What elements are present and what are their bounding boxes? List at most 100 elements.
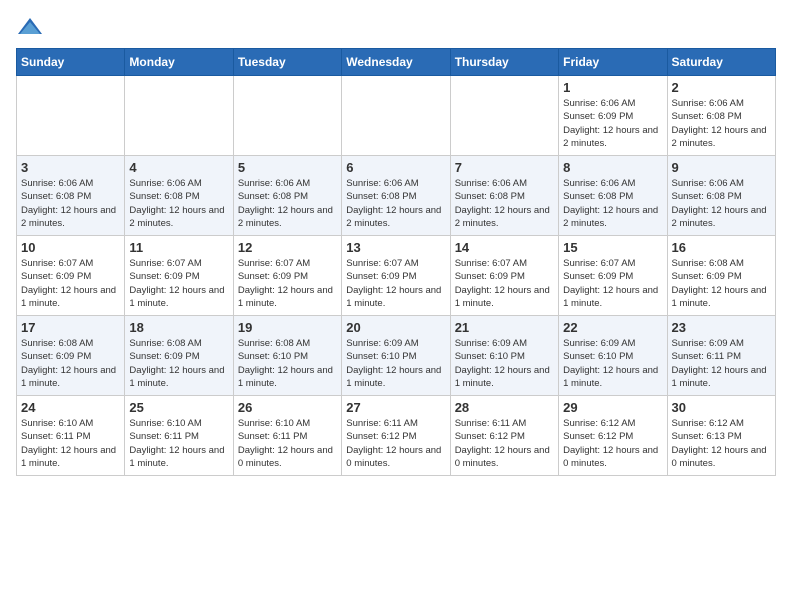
day-info: Sunrise: 6:09 AM Sunset: 6:10 PM Dayligh… xyxy=(455,337,554,390)
day-info: Sunrise: 6:08 AM Sunset: 6:09 PM Dayligh… xyxy=(672,257,771,310)
day-info: Sunrise: 6:10 AM Sunset: 6:11 PM Dayligh… xyxy=(238,417,337,470)
weekday-header-friday: Friday xyxy=(559,49,667,76)
day-number: 2 xyxy=(672,80,771,95)
week-row-3: 10 Sunrise: 6:07 AM Sunset: 6:09 PM Dayli… xyxy=(17,236,776,316)
day-cell xyxy=(125,76,233,156)
day-info: Sunrise: 6:06 AM Sunset: 6:08 PM Dayligh… xyxy=(129,177,228,230)
day-number: 8 xyxy=(563,160,662,175)
day-number: 22 xyxy=(563,320,662,335)
day-cell: 28 Sunrise: 6:11 AM Sunset: 6:12 PM Dayli… xyxy=(450,396,558,476)
day-cell xyxy=(17,76,125,156)
day-number: 9 xyxy=(672,160,771,175)
day-info: Sunrise: 6:06 AM Sunset: 6:08 PM Dayligh… xyxy=(21,177,120,230)
day-number: 12 xyxy=(238,240,337,255)
day-info: Sunrise: 6:06 AM Sunset: 6:08 PM Dayligh… xyxy=(346,177,445,230)
day-cell: 24 Sunrise: 6:10 AM Sunset: 6:11 PM Dayli… xyxy=(17,396,125,476)
weekday-header-sunday: Sunday xyxy=(17,49,125,76)
day-cell: 23 Sunrise: 6:09 AM Sunset: 6:11 PM Dayli… xyxy=(667,316,775,396)
day-info: Sunrise: 6:08 AM Sunset: 6:09 PM Dayligh… xyxy=(129,337,228,390)
calendar-table: SundayMondayTuesdayWednesdayThursdayFrid… xyxy=(16,48,776,476)
day-info: Sunrise: 6:09 AM Sunset: 6:10 PM Dayligh… xyxy=(563,337,662,390)
day-info: Sunrise: 6:07 AM Sunset: 6:09 PM Dayligh… xyxy=(129,257,228,310)
day-cell: 1Sunrise: 6:06 AM Sunset: 6:09 PM Daylig… xyxy=(559,76,667,156)
weekday-header-wednesday: Wednesday xyxy=(342,49,450,76)
day-info: Sunrise: 6:08 AM Sunset: 6:10 PM Dayligh… xyxy=(238,337,337,390)
day-cell: 14Sunrise: 6:07 AM Sunset: 6:09 PM Dayli… xyxy=(450,236,558,316)
day-cell xyxy=(342,76,450,156)
day-number: 29 xyxy=(563,400,662,415)
day-cell: 26 Sunrise: 6:10 AM Sunset: 6:11 PM Dayli… xyxy=(233,396,341,476)
weekday-header-tuesday: Tuesday xyxy=(233,49,341,76)
day-cell: 21 Sunrise: 6:09 AM Sunset: 6:10 PM Dayli… xyxy=(450,316,558,396)
day-cell: 13 Sunrise: 6:07 AM Sunset: 6:09 PM Dayli… xyxy=(342,236,450,316)
day-info: Sunrise: 6:07 AM Sunset: 6:09 PM Dayligh… xyxy=(21,257,120,310)
day-cell: 12 Sunrise: 6:07 AM Sunset: 6:09 PM Dayli… xyxy=(233,236,341,316)
logo xyxy=(16,16,48,38)
day-info: Sunrise: 6:06 AM Sunset: 6:08 PM Dayligh… xyxy=(672,177,771,230)
day-cell: 30 Sunrise: 6:12 AM Sunset: 6:13 PM Dayli… xyxy=(667,396,775,476)
day-number: 23 xyxy=(672,320,771,335)
day-cell xyxy=(450,76,558,156)
day-number: 13 xyxy=(346,240,445,255)
day-cell: 4 Sunrise: 6:06 AM Sunset: 6:08 PM Daylig… xyxy=(125,156,233,236)
day-info: Sunrise: 6:07 AM Sunset: 6:09 PM Dayligh… xyxy=(346,257,445,310)
day-info: Sunrise: 6:10 AM Sunset: 6:11 PM Dayligh… xyxy=(129,417,228,470)
day-number: 11 xyxy=(129,240,228,255)
day-info: Sunrise: 6:06 AM Sunset: 6:08 PM Dayligh… xyxy=(563,177,662,230)
day-number: 3 xyxy=(21,160,120,175)
day-info: Sunrise: 6:12 AM Sunset: 6:12 PM Dayligh… xyxy=(563,417,662,470)
day-number: 4 xyxy=(129,160,228,175)
day-number: 19 xyxy=(238,320,337,335)
day-cell: 9 Sunrise: 6:06 AM Sunset: 6:08 PM Daylig… xyxy=(667,156,775,236)
day-info: Sunrise: 6:11 AM Sunset: 6:12 PM Dayligh… xyxy=(455,417,554,470)
day-number: 26 xyxy=(238,400,337,415)
day-number: 21 xyxy=(455,320,554,335)
day-cell: 7 Sunrise: 6:06 AM Sunset: 6:08 PM Daylig… xyxy=(450,156,558,236)
day-number: 7 xyxy=(455,160,554,175)
day-cell: 27 Sunrise: 6:11 AM Sunset: 6:12 PM Dayli… xyxy=(342,396,450,476)
day-number: 17 xyxy=(21,320,120,335)
day-info: Sunrise: 6:11 AM Sunset: 6:12 PM Dayligh… xyxy=(346,417,445,470)
day-number: 5 xyxy=(238,160,337,175)
week-row-1: 1Sunrise: 6:06 AM Sunset: 6:09 PM Daylig… xyxy=(17,76,776,156)
day-cell: 25 Sunrise: 6:10 AM Sunset: 6:11 PM Dayli… xyxy=(125,396,233,476)
week-row-5: 24 Sunrise: 6:10 AM Sunset: 6:11 PM Dayli… xyxy=(17,396,776,476)
day-number: 27 xyxy=(346,400,445,415)
weekday-header-row: SundayMondayTuesdayWednesdayThursdayFrid… xyxy=(17,49,776,76)
week-row-4: 17 Sunrise: 6:08 AM Sunset: 6:09 PM Dayli… xyxy=(17,316,776,396)
day-info: Sunrise: 6:07 AM Sunset: 6:09 PM Dayligh… xyxy=(238,257,337,310)
day-cell: 20 Sunrise: 6:09 AM Sunset: 6:10 PM Dayli… xyxy=(342,316,450,396)
day-info: Sunrise: 6:06 AM Sunset: 6:08 PM Dayligh… xyxy=(455,177,554,230)
day-cell: 16Sunrise: 6:08 AM Sunset: 6:09 PM Dayli… xyxy=(667,236,775,316)
day-number: 10 xyxy=(21,240,120,255)
day-number: 30 xyxy=(672,400,771,415)
day-info: Sunrise: 6:09 AM Sunset: 6:11 PM Dayligh… xyxy=(672,337,771,390)
day-info: Sunrise: 6:12 AM Sunset: 6:13 PM Dayligh… xyxy=(672,417,771,470)
weekday-header-monday: Monday xyxy=(125,49,233,76)
day-number: 28 xyxy=(455,400,554,415)
day-cell: 18 Sunrise: 6:08 AM Sunset: 6:09 PM Dayli… xyxy=(125,316,233,396)
day-info: Sunrise: 6:06 AM Sunset: 6:08 PM Dayligh… xyxy=(672,97,771,150)
day-cell: 8 Sunrise: 6:06 AM Sunset: 6:08 PM Daylig… xyxy=(559,156,667,236)
day-cell: 3 Sunrise: 6:06 AM Sunset: 6:08 PM Daylig… xyxy=(17,156,125,236)
day-info: Sunrise: 6:07 AM Sunset: 6:09 PM Dayligh… xyxy=(563,257,662,310)
day-number: 24 xyxy=(21,400,120,415)
day-cell: 11 Sunrise: 6:07 AM Sunset: 6:09 PM Dayli… xyxy=(125,236,233,316)
day-info: Sunrise: 6:06 AM Sunset: 6:09 PM Dayligh… xyxy=(563,97,662,150)
day-info: Sunrise: 6:07 AM Sunset: 6:09 PM Dayligh… xyxy=(455,257,554,310)
day-cell: 19 Sunrise: 6:08 AM Sunset: 6:10 PM Dayli… xyxy=(233,316,341,396)
day-number: 18 xyxy=(129,320,228,335)
day-cell xyxy=(233,76,341,156)
day-cell: 29 Sunrise: 6:12 AM Sunset: 6:12 PM Dayli… xyxy=(559,396,667,476)
day-number: 6 xyxy=(346,160,445,175)
day-info: Sunrise: 6:06 AM Sunset: 6:08 PM Dayligh… xyxy=(238,177,337,230)
day-info: Sunrise: 6:08 AM Sunset: 6:09 PM Dayligh… xyxy=(21,337,120,390)
day-info: Sunrise: 6:10 AM Sunset: 6:11 PM Dayligh… xyxy=(21,417,120,470)
day-number: 25 xyxy=(129,400,228,415)
day-info: Sunrise: 6:09 AM Sunset: 6:10 PM Dayligh… xyxy=(346,337,445,390)
header xyxy=(16,16,776,38)
day-cell: 17 Sunrise: 6:08 AM Sunset: 6:09 PM Dayli… xyxy=(17,316,125,396)
day-number: 20 xyxy=(346,320,445,335)
generalblue-logo-icon xyxy=(16,16,44,38)
day-cell: 10 Sunrise: 6:07 AM Sunset: 6:09 PM Dayli… xyxy=(17,236,125,316)
